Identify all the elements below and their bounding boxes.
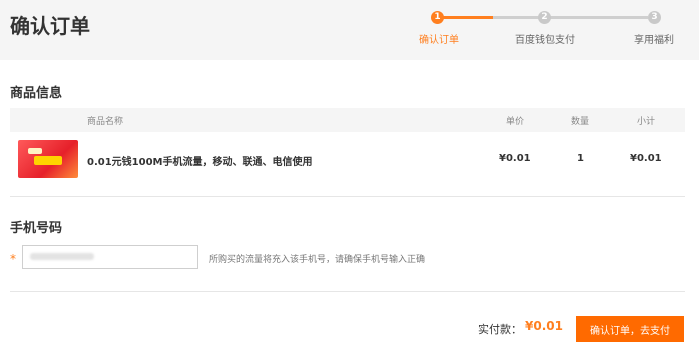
col-price: 单价 bbox=[506, 117, 525, 127]
required-mark: * bbox=[10, 252, 16, 266]
product-section-title: 商品信息 bbox=[10, 86, 63, 101]
phone-number-masked bbox=[30, 253, 94, 260]
step-1-dot: 1 bbox=[431, 11, 444, 24]
product-subtotal: ¥0.01 bbox=[630, 153, 662, 164]
thumbnail-badge bbox=[34, 156, 62, 165]
step-3-label: 享用福利 bbox=[634, 35, 674, 46]
progress-steps: 1 2 3 确认订单 百度钱包支付 享用福利 bbox=[0, 0, 699, 60]
col-qty: 数量 bbox=[571, 117, 590, 127]
product-thumbnail bbox=[18, 140, 78, 178]
step-2-label: 百度钱包支付 bbox=[515, 35, 575, 46]
step-1-label: 确认订单 bbox=[419, 35, 459, 46]
step-line-inactive bbox=[493, 16, 648, 19]
product-qty: 1 bbox=[577, 153, 584, 164]
header-bar: 确认订单 1 2 3 确认订单 百度钱包支付 享用福利 bbox=[0, 0, 699, 60]
total-value: ¥0.01 bbox=[525, 319, 563, 333]
product-table-header: 商品名称 单价 数量 小计 bbox=[10, 108, 685, 132]
divider bbox=[10, 291, 685, 292]
thumbnail-graphic bbox=[28, 148, 42, 154]
col-subtotal: 小计 bbox=[637, 117, 656, 127]
step-2-dot: 2 bbox=[538, 11, 551, 24]
product-price: ¥0.01 bbox=[499, 153, 531, 164]
confirm-pay-button[interactable]: 确认订单，去支付 bbox=[576, 316, 684, 342]
total-label: 实付款： bbox=[478, 323, 522, 336]
phone-hint: 所购买的流量将充入该手机号，请确保手机号输入正确 bbox=[209, 255, 426, 265]
step-3-dot: 3 bbox=[648, 11, 661, 24]
divider bbox=[10, 196, 685, 197]
phone-section-title: 手机号码 bbox=[10, 221, 63, 236]
product-name: 0.01元钱100M手机流量，移动、联通、电信使用 bbox=[87, 157, 313, 168]
product-row: 0.01元钱100M手机流量，移动、联通、电信使用 ¥0.01 1 ¥0.01 bbox=[10, 134, 685, 184]
col-name: 商品名称 bbox=[87, 117, 124, 127]
step-line-active bbox=[443, 16, 493, 19]
